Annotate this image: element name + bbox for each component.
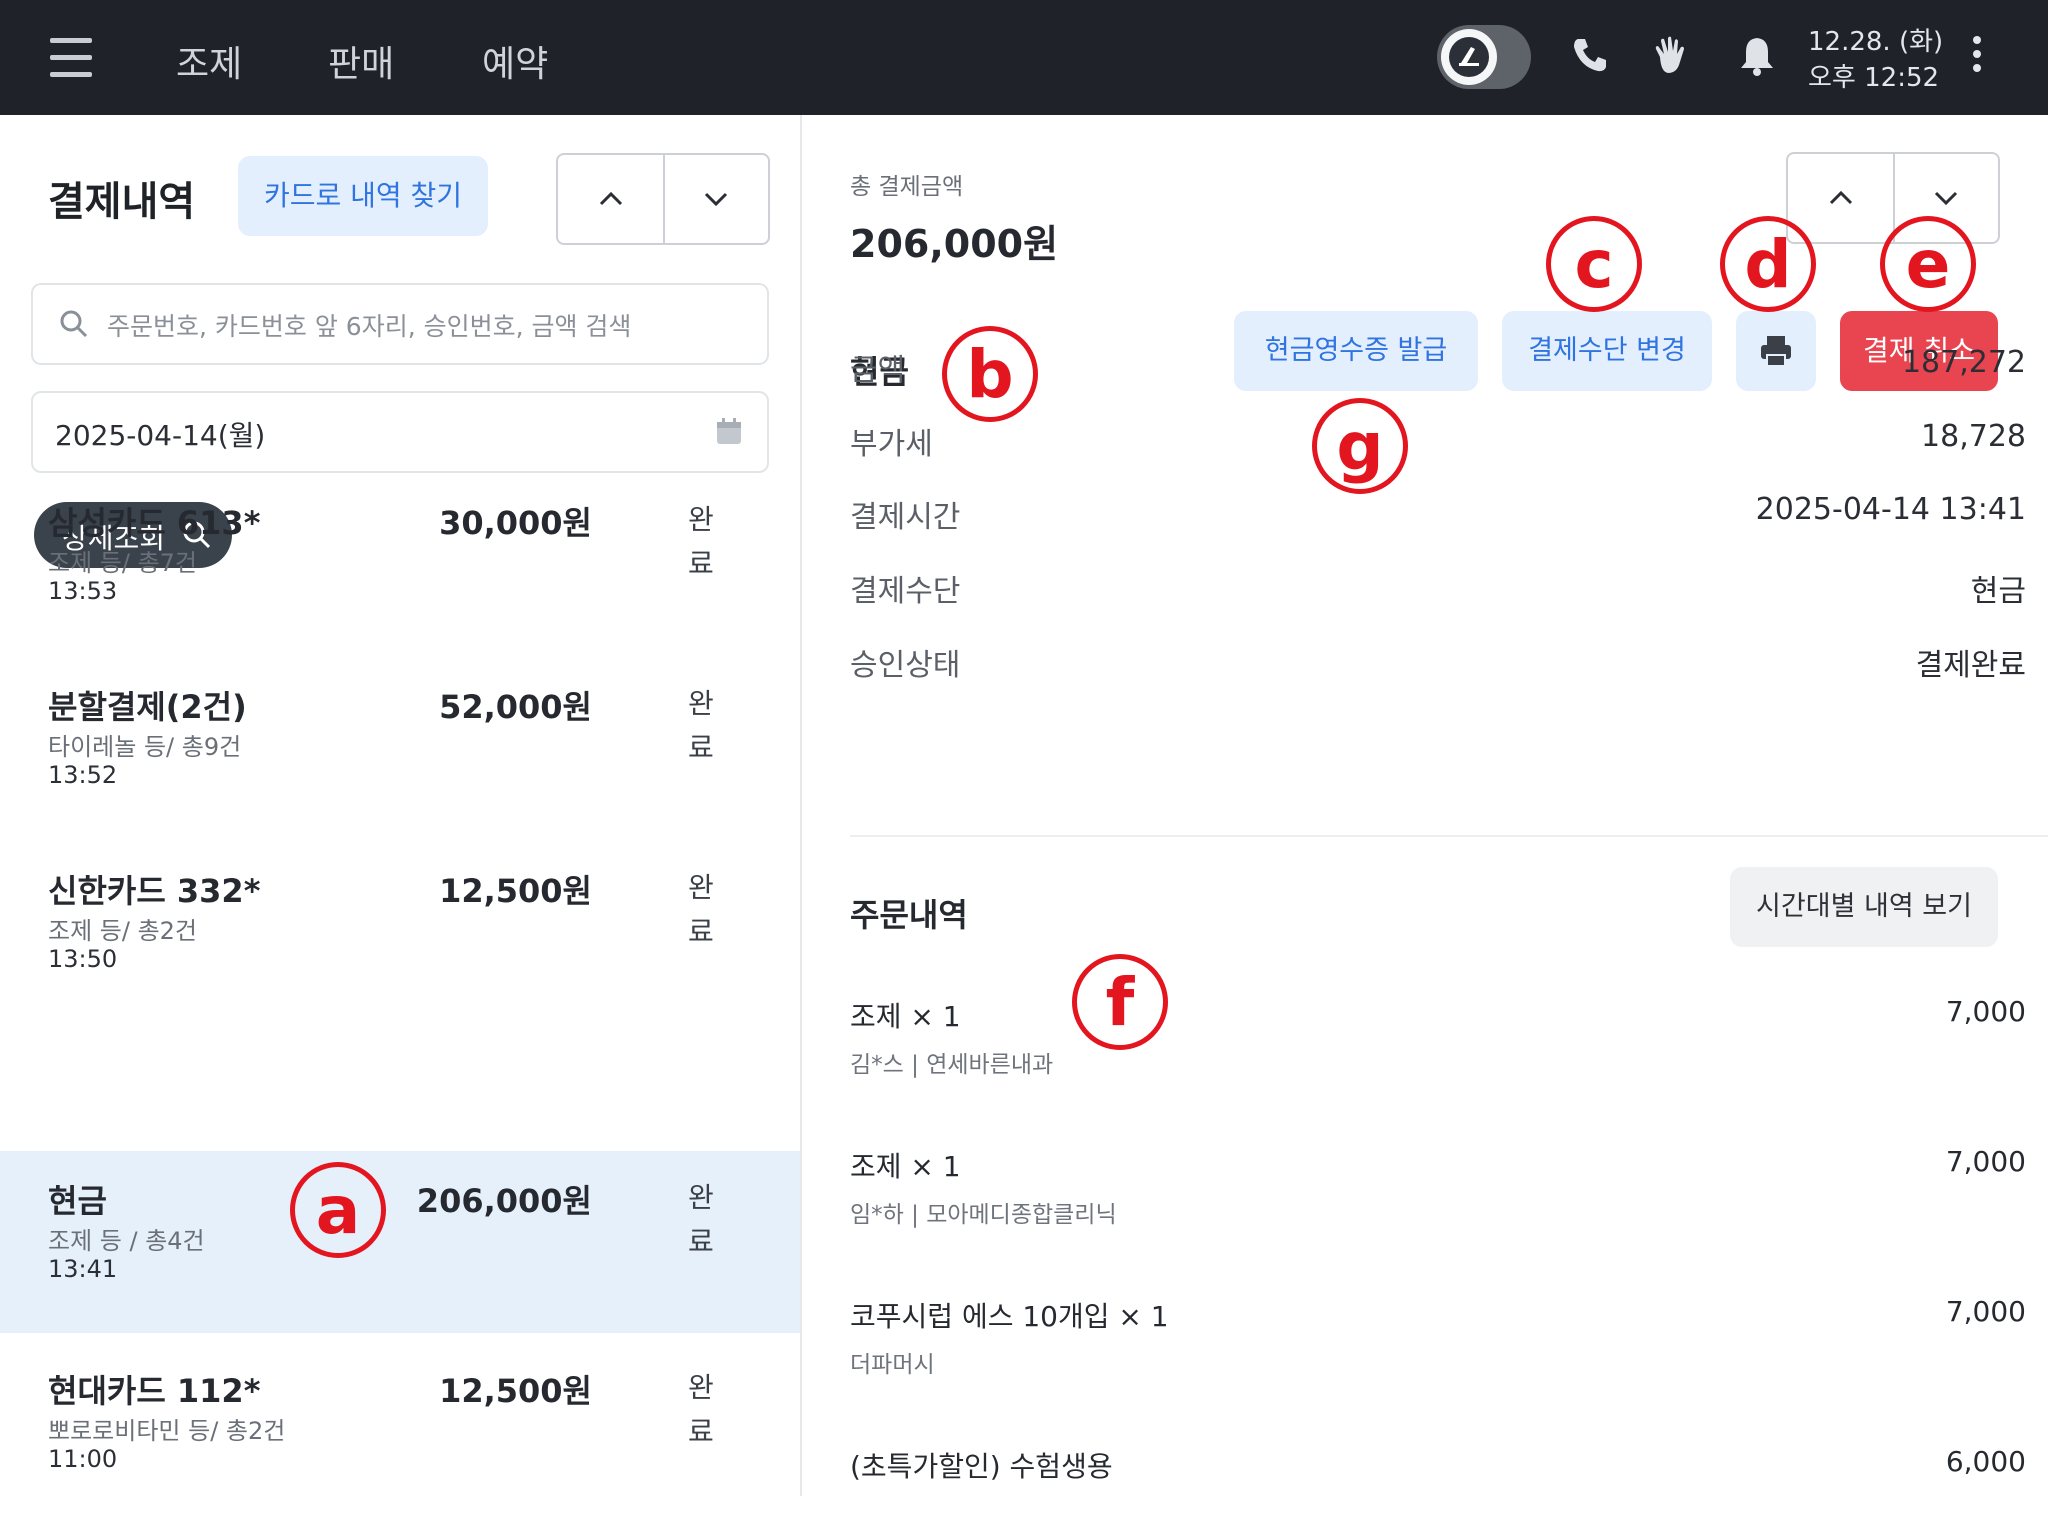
- detail-value: 18,728: [1921, 419, 2026, 454]
- payment-time: 11:00: [48, 1445, 118, 1473]
- payment-amount: 12,500원: [439, 872, 592, 910]
- order-item-detail: 김*스 | 연세바른내과: [850, 1052, 1054, 1078]
- total-label: 총 결제금액: [850, 174, 964, 200]
- list-nav-buttons: [556, 153, 770, 245]
- annotation-marker-e: e: [1880, 216, 1976, 312]
- change-method-button[interactable]: 결제수단 변경: [1502, 311, 1712, 391]
- orders-heading: 주문내역: [850, 896, 968, 934]
- timeline-view-button[interactable]: 시간대별 내역 보기: [1730, 867, 1998, 947]
- payment-detail-pane: 총 결제금액 206,000원 현금 현금영수증 발급 결제수단 변경 결제 취…: [802, 115, 2048, 1496]
- order-item-price: 7,000: [1945, 1145, 2026, 1178]
- chevron-up-icon: [599, 191, 623, 206]
- date-field[interactable]: 2025-04-14(월): [31, 391, 769, 473]
- payment-list-pane: 결제내역 카드로 내역 찾기 주문번호, 카드번호 앞 6자리, 승인번호, 금…: [0, 115, 800, 1496]
- payment-title: 신한카드 332*: [48, 872, 261, 910]
- payment-list-item[interactable]: 신한카드 332* 조제 등/ 총2건 13:50 12,500원 완료: [0, 841, 800, 1023]
- payment-status: 완료: [688, 871, 714, 948]
- order-item-price: 7,000: [1945, 1295, 2026, 1328]
- order-item-name: 조제 × 1: [850, 1150, 961, 1183]
- phone-icon[interactable]: [1570, 35, 1610, 79]
- payment-amount: 30,000원: [439, 504, 592, 542]
- order-item-name: 코푸시럽 에스 10개입 × 1: [850, 1300, 1169, 1333]
- payment-status: 완료: [688, 1371, 714, 1448]
- detail-label: 부가세: [850, 427, 933, 462]
- menu-icon[interactable]: [50, 38, 92, 77]
- annotation-marker-c: c: [1546, 216, 1642, 312]
- moon-icon: [1441, 29, 1497, 85]
- payment-summary: 타이레놀 등/ 총9건: [48, 733, 242, 761]
- order-item-detail: 더파머시: [850, 1352, 935, 1378]
- detail-label: 결제수단: [850, 574, 961, 609]
- payment-title: 현대카드 112*: [48, 1372, 261, 1410]
- cash-receipt-button[interactable]: 현금영수증 발급: [1234, 311, 1478, 391]
- nav-sales[interactable]: 판매: [328, 35, 394, 87]
- payment-time: 13:41: [48, 1255, 118, 1283]
- payment-amount: 52,000원: [439, 688, 592, 726]
- find-by-card-button[interactable]: 카드로 내역 찾기: [238, 156, 488, 236]
- annotation-marker-d: d: [1720, 216, 1816, 312]
- payment-time: 13:50: [48, 945, 118, 973]
- search-icon: [60, 310, 88, 338]
- payment-amount: 12,500원: [439, 1372, 592, 1410]
- annotation-marker-a: a: [290, 1162, 386, 1258]
- annotation-marker-g: g: [1312, 398, 1408, 494]
- order-item-price: 6,000: [1945, 1445, 2026, 1478]
- order-item-price: 7,000: [1945, 995, 2026, 1028]
- top-bar: 조제 판매 예약 12.28. (화) 오후 12:52: [0, 0, 2048, 115]
- payment-title: 삼성카드 613*: [48, 504, 261, 542]
- more-icon[interactable]: [1973, 36, 1981, 78]
- payment-summary: 조제 등/ 총2건: [48, 917, 198, 945]
- payment-title: 분할결제(2건): [48, 688, 247, 726]
- payment-summary: 뽀로로비타민 등/ 총2건: [48, 1417, 286, 1445]
- annotation-marker-b: b: [942, 326, 1038, 422]
- date-text: 12.28. (화): [1808, 27, 1944, 57]
- total-amount: 206,000원: [850, 222, 1059, 266]
- order-item-name: (초특가할인) 수험생용: [850, 1450, 1113, 1483]
- payment-amount: 206,000원: [416, 1182, 592, 1220]
- order-item-name: 조제 × 1: [850, 1000, 961, 1033]
- nav-dispense[interactable]: 조제: [176, 35, 242, 87]
- detail-value: 현금: [1970, 574, 2026, 609]
- detail-label: 금액: [850, 353, 906, 388]
- prev-button[interactable]: [1788, 154, 1893, 242]
- page-title: 결제내역: [48, 179, 196, 225]
- search-input[interactable]: 주문번호, 카드번호 앞 6자리, 승인번호, 금액 검색: [31, 283, 769, 365]
- annotation-marker-f: f: [1072, 954, 1168, 1050]
- datetime: 12.28. (화) 오후 12:52: [1808, 24, 1943, 96]
- payment-summary: 조제 등 / 총4건: [48, 1227, 205, 1255]
- payment-list-item[interactable]: 분할결제(2건) 타이레놀 등/ 총9건 13:52 52,000원 완료: [0, 657, 800, 839]
- prev-button[interactable]: [558, 155, 663, 243]
- chevron-down-icon: [704, 192, 728, 207]
- payment-status: 완료: [688, 1181, 714, 1258]
- payment-summary: 조제 등/ 총7건: [48, 549, 198, 577]
- detail-label: 승인상태: [850, 648, 961, 683]
- night-mode-toggle[interactable]: [1437, 25, 1531, 89]
- payment-time: 13:53: [48, 577, 118, 605]
- payment-list-item[interactable]: 현금조제 등 / 총4건 13:41 206,000원 완료: [0, 1151, 800, 1333]
- detail-value: 187,272: [1901, 345, 2026, 380]
- payment-title: 현금: [48, 1182, 107, 1220]
- detail-value: 2025-04-14 13:41: [1755, 492, 2026, 527]
- detail-value: 결제완료: [1915, 648, 2026, 683]
- payment-status: 완료: [688, 503, 714, 580]
- bell-icon[interactable]: [1738, 35, 1776, 81]
- section-divider: [850, 835, 2048, 837]
- next-button[interactable]: [663, 155, 768, 243]
- payment-list-item[interactable]: 삼성카드 613* 조제 등/ 총7건 13:53 30,000원 완료: [0, 473, 800, 655]
- nav-reservation[interactable]: 예약: [482, 35, 548, 87]
- payment-time: 13:52: [48, 761, 118, 789]
- chevron-up-icon: [1829, 190, 1853, 205]
- detail-label: 결제시간: [850, 500, 961, 535]
- date-value: 2025-04-14(월): [55, 419, 266, 452]
- print-button[interactable]: [1736, 311, 1816, 391]
- payment-status: 완료: [688, 687, 714, 764]
- order-item-detail: 임*하 | 모아메디종합클리닉: [850, 1202, 1117, 1228]
- hand-icon[interactable]: [1650, 35, 1692, 81]
- calendar-icon[interactable]: [715, 417, 743, 447]
- time-text: 오후 12:52: [1808, 63, 1940, 93]
- search-placeholder: 주문번호, 카드번호 앞 6자리, 승인번호, 금액 검색: [107, 312, 632, 341]
- printer-icon: [1761, 336, 1791, 367]
